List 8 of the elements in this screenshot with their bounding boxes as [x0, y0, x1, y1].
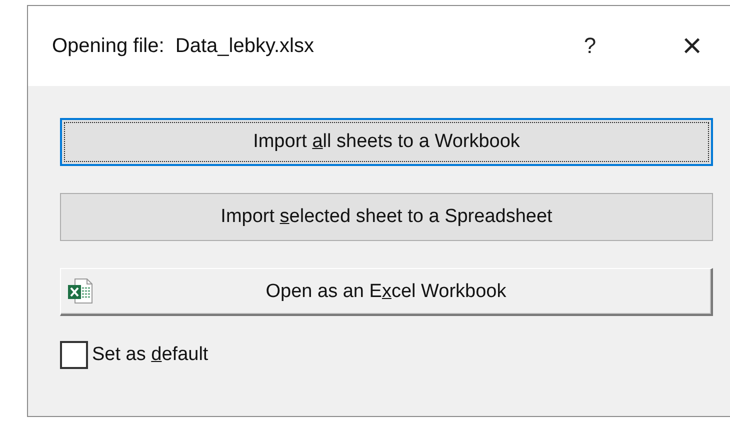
default-checkbox[interactable]: Set as default [60, 341, 730, 369]
import-button[interactable]: Import selected sheet to a Spreadsheet [60, 193, 713, 241]
import-button[interactable]: Import all sheets to a Workbook [60, 118, 713, 166]
help-button[interactable]: ? [584, 33, 596, 59]
window-title: Opening file: Data_lebky.xlsx [52, 34, 315, 58]
spreadsheet-icon [67, 278, 93, 304]
close-button[interactable]: × [682, 26, 702, 66]
import-button[interactable]: Open as an Excel Workbook [60, 268, 713, 316]
